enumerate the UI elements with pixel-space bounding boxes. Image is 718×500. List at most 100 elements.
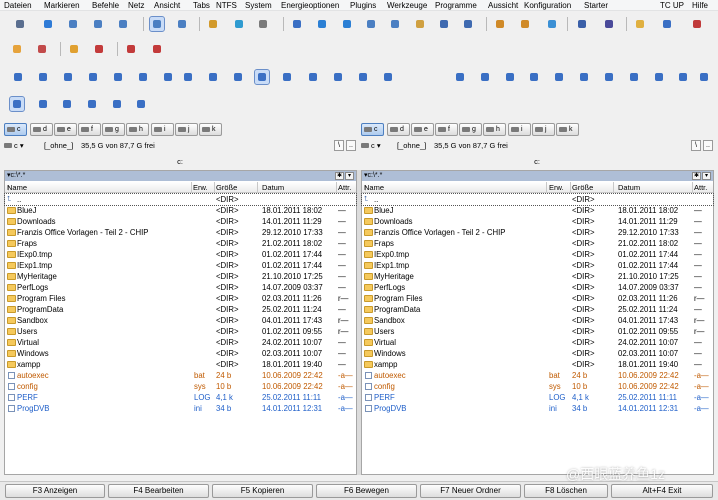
compare-icon[interactable] [364,17,378,31]
menu-dateien[interactable]: Dateien [4,0,32,11]
left-drive-combo[interactable]: c ▾ [4,140,34,152]
file-row[interactable]: autoexec bat 24 b 10.06.2009 22:42 -a— [362,370,713,381]
folder-row[interactable]: Virtual <DIR> 24.02.2011 10:07 — [5,337,356,348]
left-drive-j-button[interactable]: j [175,123,198,136]
folder-row[interactable]: IExp1.tmp <DIR> 01.02.2011 17:44 — [5,260,356,271]
file-row[interactable]: PERF LOG 4,1 k 25.02.2011 11:11 -a— [362,392,713,403]
left-drive-d-button[interactable]: d [30,123,53,136]
menu-befehle[interactable]: Befehle [92,0,119,11]
split-view-icon[interactable] [110,97,124,111]
trash-icon[interactable] [256,17,270,31]
fkey-6-button[interactable]: F8 Löschen [524,484,608,498]
folder-row[interactable]: Sandbox <DIR> 04.01.2011 17:43 r— [362,315,713,326]
file-row[interactable]: autoexec bat 24 b 10.06.2009 22:42 -a— [5,370,356,381]
folder-row[interactable]: Users <DIR> 01.02.2011 09:55 r— [5,326,356,337]
right-col-date[interactable]: Datum [618,182,640,193]
right-file-panel[interactable]: ▾c:\*.* ✱ ▾ ↑ Name Erw. Größe Datum Attr.… [361,170,714,475]
right-col-attr[interactable]: Attr. [694,182,707,193]
folder-row[interactable]: Program Files <DIR> 02.03.2011 11:26 r— [5,293,356,304]
thumbnail-view-icon[interactable] [149,16,165,32]
folder-row[interactable]: Downloads <DIR> 14.01.2011 11:29 — [5,216,356,227]
filter-view-icon[interactable] [134,97,148,111]
menu-energieoptionen[interactable]: Energieoptionen [281,0,339,11]
right-col-size[interactable]: Größe [572,182,593,193]
find-files-icon[interactable] [461,17,475,31]
folder-row[interactable]: xampp <DIR> 18.01.2011 19:40 — [362,359,713,370]
left-drive-i-button[interactable]: i [151,123,174,136]
parent-dir-row[interactable]: ⮤.. <DIR> [4,193,357,206]
fkey-2-button[interactable]: F4 Bearbeiten [108,484,209,498]
ftp-icon[interactable] [545,17,559,31]
clock-icon[interactable] [150,42,164,56]
brief-view-icon[interactable] [66,17,80,31]
list-icon[interactable] [306,70,320,84]
left-drive-f-button[interactable]: f [78,123,101,136]
window-icon[interactable] [290,17,304,31]
folder-row[interactable]: Users <DIR> 01.02.2011 09:55 r— [362,326,713,337]
list-icon[interactable] [331,70,345,84]
folder-row[interactable]: IExp0.tmp <DIR> 01.02.2011 17:44 — [362,249,713,260]
right-drive-j-button[interactable]: j [532,123,555,136]
refresh-icon[interactable] [503,70,517,84]
file-row[interactable]: config sys 10 b 10.06.2009 22:42 -a— [5,381,356,392]
menu-aussicht[interactable]: Aussicht [488,0,518,11]
left-col-date[interactable]: Datum [262,182,284,193]
folder-row[interactable]: Sandbox <DIR> 04.01.2011 17:43 r— [5,315,356,326]
globe-icon[interactable] [493,17,507,31]
menu-ntfs[interactable]: NTFS [216,0,237,11]
file-row[interactable]: PERF LOG 4,1 k 25.02.2011 11:11 -a— [5,392,356,403]
menu-programme[interactable]: Programme [435,0,477,11]
right-drive-c-button[interactable]: c [361,123,384,136]
fast-forward-icon[interactable] [161,70,175,84]
wrench-icon[interactable] [206,17,220,31]
fast-forward-icon[interactable] [602,70,616,84]
parent-dir-row[interactable]: ⮤.. <DIR> [361,193,714,206]
folder-row[interactable]: Program Files <DIR> 02.03.2011 11:26 r— [362,293,713,304]
play-icon[interactable] [206,70,220,84]
back-icon[interactable] [11,70,25,84]
right-drive-combo[interactable]: c ▾ [361,140,391,152]
menu-starter[interactable]: Starter [584,0,608,11]
left-drive-g-button[interactable]: g [102,123,125,136]
close-icon[interactable] [231,70,245,84]
left-parent-button[interactable]: .. [346,140,356,151]
folder-row[interactable]: PerfLogs <DIR> 14.07.2009 03:37 — [362,282,713,293]
file-row[interactable]: ProgDVB ini 34 b 14.01.2011 12:31 -a— [5,403,356,414]
folder-row[interactable]: xampp <DIR> 18.01.2011 19:40 — [5,359,356,370]
drive-view-icon[interactable] [60,97,74,111]
file-row[interactable]: ProgDVB ini 34 b 14.01.2011 12:31 -a— [362,403,713,414]
right-favorites-button[interactable]: ✱ [692,172,701,180]
folder-row[interactable]: IExp0.tmp <DIR> 01.02.2011 17:44 — [5,249,356,260]
folder-row[interactable]: Downloads <DIR> 14.01.2011 11:29 — [362,216,713,227]
forward-icon[interactable] [36,70,50,84]
list-icon[interactable] [381,70,395,84]
right-drive-d-button[interactable]: d [387,123,410,136]
custom-view-icon[interactable] [175,17,189,31]
folder-row[interactable]: Windows <DIR> 02.03.2011 10:07 — [362,348,713,359]
refresh-icon[interactable] [61,70,75,84]
right-drive-e-button[interactable]: e [411,123,434,136]
menu-hilfe[interactable]: Hilfe [692,0,708,11]
view-icon[interactable] [254,69,270,85]
fkey-5-button[interactable]: F7 Neuer Ordner [420,484,521,498]
left-history-button[interactable]: ▾ [345,172,354,180]
menu-konfiguration[interactable]: Konfiguration [524,0,571,11]
star-burst-icon[interactable] [552,70,566,84]
right-drive-f-button[interactable]: f [435,123,458,136]
down-arrow-icon[interactable] [577,70,591,84]
menu-netz[interactable]: Netz [128,0,144,11]
folder-row[interactable]: PerfLogs <DIR> 14.07.2009 03:37 — [5,282,356,293]
right-drive-k-button[interactable]: k [556,123,579,136]
left-file-panel[interactable]: ▾c:\*.* ✱ ▾ ↑ Name Erw. Größe Datum Attr.… [4,170,357,475]
fkey-7-button[interactable]: Alt+F4 Exit [611,484,713,498]
fkey-4-button[interactable]: F6 Bewegen [316,484,417,498]
list-icon[interactable] [280,70,294,84]
file-row[interactable]: config sys 10 b 10.06.2009 22:42 -a— [362,381,713,392]
shield-icon[interactable] [575,17,589,31]
left-drive-e-button[interactable]: e [54,123,77,136]
folder-row[interactable]: Windows <DIR> 02.03.2011 10:07 — [5,348,356,359]
cube-icon[interactable] [232,17,246,31]
help-icon[interactable] [660,17,674,31]
forward-icon[interactable] [478,70,492,84]
left-root-button[interactable]: \ [334,140,344,151]
